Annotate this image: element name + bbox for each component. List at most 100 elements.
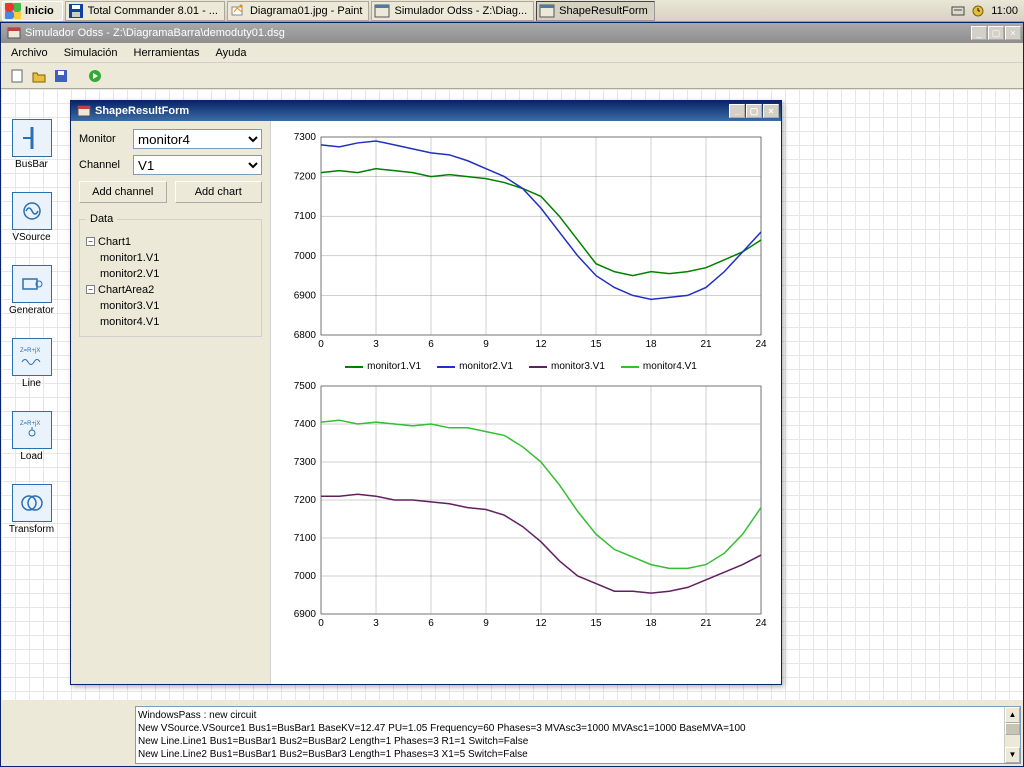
legend-swatch [437,366,455,368]
svg-text:7400: 7400 [294,419,317,430]
pal-label: Generator [9,305,54,316]
svg-text:Z=R+jX: Z=R+jX [20,348,40,354]
floppy-icon [68,3,84,19]
start-button[interactable]: Inicio [2,1,63,21]
tree-node[interactable]: − Chart1 monitor1.V1 monitor2.V1 [86,234,255,282]
log-panel: WindowsPass : new circuit New VSource.VS… [135,706,1021,764]
pal-label: Line [22,378,41,389]
task-item[interactable]: Diagrama01.jpg - Paint [227,1,370,21]
data-group: Data − Chart1 monitor1.V1 monitor2.V1 − … [79,219,262,337]
svg-text:7300: 7300 [294,457,317,468]
pal-label: Load [20,451,42,462]
log-line: WindowsPass : new circuit [138,709,1018,722]
svg-text:6: 6 [428,618,434,629]
svg-text:24: 24 [755,339,767,350]
collapse-icon[interactable]: − [86,237,95,246]
svg-text:3: 3 [373,618,379,629]
task-item[interactable]: Simulador Odss - Z:\Diag... [371,1,534,21]
pal-generator[interactable]: Generator [4,265,59,316]
menu-archivo[interactable]: Archivo [11,47,48,59]
tree-node[interactable]: monitor4.V1 [86,314,255,330]
clock-time: 11:00 [991,5,1018,17]
svg-text:7500: 7500 [294,381,317,392]
legend-label: monitor4.V1 [643,361,697,372]
transformer-icon [12,484,52,522]
menu-simulacion[interactable]: Simulación [64,47,118,59]
add-channel-button[interactable]: Add channel [79,181,167,203]
svg-text:6900: 6900 [294,609,317,620]
pal-label: BusBar [15,159,48,170]
tree-node[interactable]: monitor1.V1 [86,250,255,266]
log-scrollbar[interactable]: ▲ ▼ [1004,707,1020,763]
pal-vsource[interactable]: VSource [4,192,59,243]
minimize-button[interactable]: _ [729,104,745,118]
tree-node[interactable]: monitor2.V1 [86,266,255,282]
new-file-button[interactable] [7,66,27,86]
task-item[interactable]: Total Commander 8.01 - ... [65,1,225,21]
svg-text:7000: 7000 [294,251,317,262]
pal-label: VSource [12,232,50,243]
tree-node[interactable]: monitor3.V1 [86,298,255,314]
svg-text:7100: 7100 [294,211,317,222]
svg-text:0: 0 [318,618,324,629]
svg-text:15: 15 [590,618,602,629]
start-label: Inicio [25,5,54,17]
task-item[interactable]: ShapeResultForm [536,1,655,21]
chart-1: 03691215182124680069007000710072007300 [271,127,771,357]
parent-titlebar[interactable]: Simulador Odss - Z:\DiagramaBarra\demodu… [1,23,1023,43]
tree-node[interactable]: − ChartArea2 monitor3.V1 monitor4.V1 [86,282,255,330]
toolbar [1,63,1023,89]
scroll-up-icon[interactable]: ▲ [1005,707,1020,723]
svg-text:15: 15 [590,339,602,350]
pal-busbar[interactable]: BusBar [4,119,59,170]
add-chart-button[interactable]: Add chart [175,181,263,203]
svg-text:7300: 7300 [294,132,317,143]
maximize-button[interactable]: ▢ [746,104,762,118]
svg-text:12: 12 [535,339,547,350]
log-line: New VSource.VSource1 Bus1=BusBar1 BaseKV… [138,722,1018,735]
svg-text:9: 9 [483,339,489,350]
data-tree: − Chart1 monitor1.V1 monitor2.V1 − Chart… [86,234,255,330]
scroll-thumb[interactable] [1005,723,1020,735]
parent-title: Simulador Odss - Z:\DiagramaBarra\demodu… [25,27,971,39]
svg-text:Z=R+jX: Z=R+jX [20,421,40,427]
legend-label: monitor3.V1 [551,361,605,372]
form-icon [374,3,390,19]
collapse-icon[interactable]: − [86,285,95,294]
svg-text:7200: 7200 [294,172,317,183]
form-panel: Monitor monitor4 Channel V1 Add channel … [71,121,271,684]
log-line: New Line.Line1 Bus1=BusBar1 Bus2=BusBar2… [138,735,1018,748]
svg-text:18: 18 [645,339,657,350]
task-label: Simulador Odss - Z:\Diag... [394,5,527,17]
pal-label: Transform [9,524,54,535]
menu-herramientas[interactable]: Herramientas [134,47,200,59]
pal-load[interactable]: Z=R+jX Load [4,411,59,462]
close-button[interactable]: × [1005,26,1021,40]
system-tray: 11:00 [945,4,1024,18]
channel-select[interactable]: V1 [133,155,262,175]
svg-text:24: 24 [755,618,767,629]
scroll-down-icon[interactable]: ▼ [1005,747,1020,763]
maximize-button[interactable]: ▢ [988,26,1004,40]
pal-transformer[interactable]: Transform [4,484,59,535]
menu-ayuda[interactable]: Ayuda [216,47,247,59]
clock-icon[interactable] [971,4,985,18]
svg-text:7200: 7200 [294,495,317,506]
vsource-icon [12,192,52,230]
keyboard-icon[interactable] [951,4,965,18]
child-titlebar[interactable]: ShapeResultForm _ ▢ × [71,101,781,121]
minimize-button[interactable]: _ [971,26,987,40]
paint-icon [230,3,246,19]
svg-text:7000: 7000 [294,571,317,582]
svg-text:12: 12 [535,618,547,629]
run-button[interactable] [85,66,105,86]
close-button[interactable]: × [763,104,779,118]
svg-text:6900: 6900 [294,290,317,301]
log-line: New Line.Line2 Bus1=BusBar1 Bus2=BusBar3… [138,748,1018,761]
open-file-button[interactable] [29,66,49,86]
chart-2: 0369121518212469007000710072007300740075… [271,376,771,636]
monitor-select[interactable]: monitor4 [133,129,262,149]
form-icon [539,3,555,19]
pal-line[interactable]: Z=R+jX Line [4,338,59,389]
save-file-button[interactable] [51,66,71,86]
